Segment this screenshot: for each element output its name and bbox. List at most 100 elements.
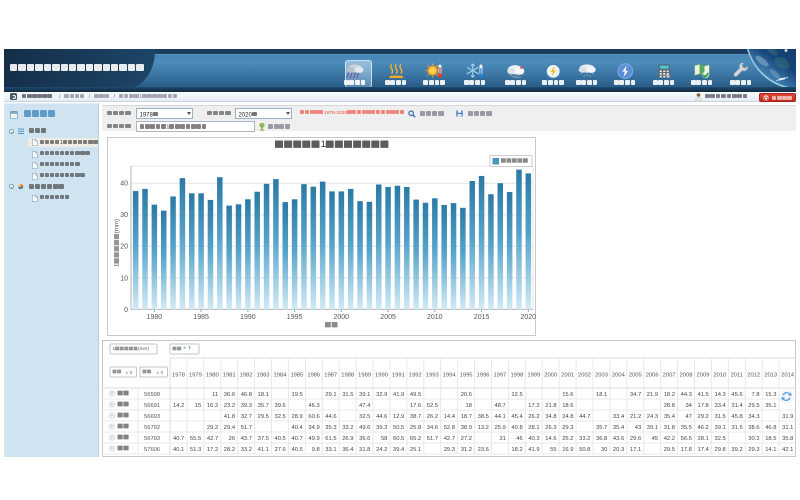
svg-text:18: 18 (466, 403, 472, 409)
svg-text:45: 45 (652, 436, 658, 442)
svg-text:26.2: 26.2 (427, 414, 438, 420)
svg-text:1993: 1993 (426, 373, 439, 379)
svg-text:2005: 2005 (629, 373, 642, 379)
svg-text:1980: 1980 (147, 314, 163, 321)
svg-text:28.1: 28.1 (698, 436, 709, 442)
svg-text:2014: 2014 (781, 373, 795, 379)
svg-text:31.9: 31.9 (782, 414, 793, 420)
svg-text:33.4: 33.4 (613, 414, 625, 420)
svg-text:12.9: 12.9 (393, 414, 404, 420)
svg-text:39.3: 39.3 (241, 403, 252, 409)
svg-text:24.2: 24.2 (376, 447, 387, 453)
svg-text:13.2: 13.2 (478, 425, 489, 431)
svg-text:40: 40 (120, 181, 128, 188)
svg-text:38.5: 38.5 (478, 414, 489, 420)
svg-text:17.8: 17.8 (681, 447, 692, 453)
svg-text:41.5: 41.5 (698, 392, 709, 398)
svg-text:41.8: 41.8 (224, 414, 235, 420)
svg-text:17.4: 17.4 (698, 447, 710, 453)
svg-text:39.1: 39.1 (359, 392, 370, 398)
svg-text:24.3: 24.3 (647, 414, 658, 420)
svg-text:40.4: 40.4 (292, 425, 304, 431)
svg-text:42.7: 42.7 (207, 436, 218, 442)
svg-text:29.5: 29.5 (748, 403, 759, 409)
svg-text:34.8: 34.8 (545, 414, 556, 420)
svg-text:35.5: 35.5 (681, 425, 692, 431)
svg-text:43.6: 43.6 (613, 436, 624, 442)
svg-text:33.2: 33.2 (579, 436, 590, 442)
svg-text:56793: 56793 (144, 436, 160, 442)
svg-text:55: 55 (550, 447, 556, 453)
svg-text:55.5: 55.5 (190, 436, 201, 442)
svg-text:18.6: 18.6 (562, 403, 573, 409)
svg-text:41.9: 41.9 (528, 447, 539, 453)
svg-text:49.9: 49.9 (308, 436, 319, 442)
svg-text:29.5: 29.5 (258, 414, 269, 420)
svg-text:42.7: 42.7 (444, 436, 455, 442)
svg-text:2007: 2007 (663, 373, 676, 379)
svg-text:46.2: 46.2 (698, 425, 709, 431)
svg-text:14.3: 14.3 (715, 392, 726, 398)
svg-text:29.3: 29.3 (444, 447, 455, 453)
svg-text:56792: 56792 (144, 425, 160, 431)
svg-text:1998: 1998 (510, 373, 523, 379)
svg-text:21.8: 21.8 (545, 403, 556, 409)
svg-text:1990: 1990 (240, 314, 256, 321)
svg-text:12.5: 12.5 (511, 392, 522, 398)
svg-text:37.5: 37.5 (258, 436, 269, 442)
svg-text:38.6: 38.6 (748, 425, 759, 431)
svg-text:34.3: 34.3 (748, 414, 759, 420)
svg-text:1981: 1981 (223, 373, 236, 379)
svg-text:2009: 2009 (697, 373, 710, 379)
svg-text:42.1: 42.1 (782, 447, 793, 453)
svg-text:65.2: 65.2 (410, 436, 421, 442)
svg-text:31.8: 31.8 (359, 447, 370, 453)
svg-text:38.7: 38.7 (410, 414, 421, 420)
svg-text:20: 20 (120, 244, 128, 251)
svg-text:29.8: 29.8 (715, 447, 726, 453)
svg-text:44.6: 44.6 (325, 414, 336, 420)
svg-text:7.8: 7.8 (752, 392, 760, 398)
svg-text:2003: 2003 (595, 373, 608, 379)
svg-text:28.9: 28.9 (292, 414, 303, 420)
svg-text:46: 46 (516, 436, 522, 442)
svg-text:27.6: 27.6 (275, 447, 286, 453)
svg-text:33.2: 33.2 (241, 447, 252, 453)
svg-text:28.2: 28.2 (224, 447, 235, 453)
svg-text:35.3: 35.3 (325, 425, 336, 431)
svg-text:31.5: 31.5 (342, 392, 353, 398)
svg-text:35.8: 35.8 (782, 436, 793, 442)
svg-text:58: 58 (381, 436, 387, 442)
svg-text:31.5: 31.5 (731, 425, 742, 431)
svg-text:2013: 2013 (764, 373, 777, 379)
svg-text:21.9: 21.9 (647, 392, 658, 398)
svg-text:30: 30 (601, 447, 607, 453)
svg-text:52.5: 52.5 (427, 403, 438, 409)
svg-text:1: 1 (113, 346, 116, 351)
svg-text:2005: 2005 (380, 314, 396, 321)
svg-text:35.7: 35.7 (596, 425, 607, 431)
svg-text:14.6: 14.6 (545, 436, 556, 442)
svg-text:14.1: 14.1 (765, 447, 776, 453)
svg-text:39.2: 39.2 (731, 447, 742, 453)
svg-text:17.1: 17.1 (630, 447, 641, 453)
svg-text:49.5: 49.5 (410, 392, 421, 398)
svg-text:35.4: 35.4 (664, 414, 676, 420)
svg-text:51.7: 51.7 (427, 436, 438, 442)
svg-text:16.2: 16.2 (207, 403, 218, 409)
svg-text:1991: 1991 (392, 373, 405, 379)
svg-text:39.1: 39.1 (715, 425, 726, 431)
svg-text:14.4: 14.4 (444, 414, 456, 420)
svg-text:1989: 1989 (358, 373, 371, 379)
svg-text:*: * (583, 75, 585, 79)
svg-text:9.8: 9.8 (312, 447, 320, 453)
svg-text:39.4: 39.4 (393, 447, 405, 453)
svg-text:2010: 2010 (427, 314, 443, 321)
svg-text:18.7: 18.7 (461, 414, 472, 420)
svg-text:38.9: 38.9 (461, 425, 472, 431)
svg-text:2006: 2006 (646, 373, 659, 379)
svg-text:0: 0 (124, 307, 128, 314)
svg-text:1987: 1987 (324, 373, 337, 379)
svg-text:56.5: 56.5 (681, 436, 692, 442)
svg-text:57606: 57606 (144, 447, 160, 453)
